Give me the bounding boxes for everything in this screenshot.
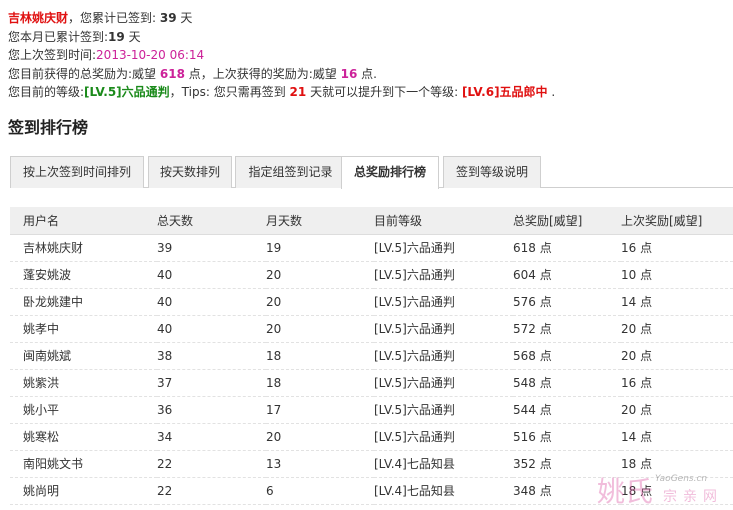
cell-total-days: 36 xyxy=(157,396,266,424)
username-link[interactable]: 吉林姚庆财 xyxy=(8,11,68,25)
cell-last-reward: 14 点 xyxy=(621,423,733,451)
header-username: 用户名 xyxy=(10,207,157,235)
cell-last-reward: 20 点 xyxy=(621,342,733,370)
cell-total-reward: 572 点 xyxy=(513,315,621,343)
cell-month-days: 20 xyxy=(266,315,374,343)
cell-total-reward: 516 点 xyxy=(513,423,621,451)
total-days: 39 xyxy=(159,11,177,25)
cell-username[interactable]: 吉林姚庆财 xyxy=(10,234,157,262)
cell-level: [LV.5]六品通判 xyxy=(374,369,513,397)
table-row: 姚小平 36 17 [LV.5]六品通判 544 点 20 点 xyxy=(10,396,733,424)
cell-month-days: 13 xyxy=(266,450,374,478)
cell-level: [LV.5]六品通判 xyxy=(374,288,513,316)
cell-username[interactable]: 姚尚明 xyxy=(10,477,157,505)
info-line-level: 您目前的等级:[LV.5]六品通判，Tips: 您只需再签到 21 天就可以提升… xyxy=(8,85,556,99)
cell-last-reward: 16 点 xyxy=(621,369,733,397)
cell-total-days: 40 xyxy=(157,315,266,343)
last-signin-time: 2013-10-20 06:14 xyxy=(96,48,205,62)
table-row: 蓬安姚波 40 20 [LV.5]六品通判 604 点 10 点 xyxy=(10,261,733,289)
info-line-reward: 您目前获得的总奖励为:威望 618 点，上次获得的奖励为:威望 16 点. xyxy=(8,66,377,81)
next-level: [LV.6]五品郎中 xyxy=(461,85,548,99)
cell-total-days: 38 xyxy=(157,342,266,370)
table-row: 姚寒松 34 20 [LV.5]六品通判 516 点 14 点 xyxy=(10,423,733,451)
last-reward: 16 xyxy=(340,66,358,81)
watermark-domain: YaoGens.cn xyxy=(655,474,708,484)
header-month-days: 月天数 xyxy=(266,207,374,235)
cell-last-reward: 14 点 xyxy=(621,288,733,316)
cell-username[interactable]: 姚紫洪 xyxy=(10,369,157,397)
tab-by-days[interactable]: 按天数排列 xyxy=(148,156,232,188)
cell-month-days: 17 xyxy=(266,396,374,424)
cell-level: [LV.5]六品通判 xyxy=(374,342,513,370)
section-title: 签到排行榜 xyxy=(8,118,89,137)
cell-total-days: 37 xyxy=(157,369,266,397)
table-row: 卧龙姚建中 40 20 [LV.5]六品通判 576 点 14 点 xyxy=(10,288,733,316)
cell-level: [LV.4]七品知县 xyxy=(374,477,513,505)
cell-total-days: 40 xyxy=(157,288,266,316)
tab-level-description[interactable]: 签到等级说明 xyxy=(443,156,541,188)
table-header-row: 用户名 总天数 月天数 目前等级 总奖励[威望] 上次奖励[威望] xyxy=(10,207,733,235)
cell-month-days: 20 xyxy=(266,261,374,289)
cell-total-reward: 604 点 xyxy=(513,261,621,289)
cell-username[interactable]: 姚寒松 xyxy=(10,423,157,451)
info-line-month: 您本月已累计签到:19 天 xyxy=(8,29,141,44)
cell-level: [LV.5]六品通判 xyxy=(374,396,513,424)
cell-month-days: 18 xyxy=(266,369,374,397)
info-line-last-time: 您上次签到时间:2013-10-20 06:14 xyxy=(8,48,205,62)
table-row: 姚紫洪 37 18 [LV.5]六品通判 548 点 16 点 xyxy=(10,369,733,397)
cell-last-reward: 20 点 xyxy=(621,396,733,424)
cell-total-reward: 544 点 xyxy=(513,396,621,424)
table-row: 吉林姚庆财 39 19 [LV.5]六品通判 618 点 16 点 xyxy=(10,234,733,262)
header-total-days: 总天数 xyxy=(157,207,266,235)
cell-total-days: 22 xyxy=(157,450,266,478)
ranking-tabs: 按上次签到时间排列 按天数排列 指定组签到记录 总奖励排行榜 签到等级说明 xyxy=(10,156,733,189)
cell-total-reward: 548 点 xyxy=(513,369,621,397)
days-needed: 21 xyxy=(289,85,307,99)
cell-month-days: 20 xyxy=(266,288,374,316)
cell-level: [LV.5]六品通判 xyxy=(374,261,513,289)
cell-username[interactable]: 姚小平 xyxy=(10,396,157,424)
cell-username[interactable]: 闽南姚斌 xyxy=(10,342,157,370)
cell-month-days: 19 xyxy=(266,234,374,262)
cell-total-days: 22 xyxy=(157,477,266,505)
cell-username[interactable]: 南阳姚文书 xyxy=(10,450,157,478)
current-level: [LV.5]六品通判 xyxy=(84,85,170,99)
tab-group-records[interactable]: 指定组签到记录 xyxy=(235,156,346,188)
cell-level: [LV.5]六品通判 xyxy=(374,315,513,343)
header-level: 目前等级 xyxy=(374,207,513,235)
cell-level: [LV.5]六品通判 xyxy=(374,423,513,451)
watermark-logo-text: 姚氏 xyxy=(597,475,654,508)
cell-level: [LV.4]七品知县 xyxy=(374,450,513,478)
cell-level: [LV.5]六品通判 xyxy=(374,234,513,262)
header-total-reward: 总奖励[威望] xyxy=(513,207,621,235)
cell-last-reward: 20 点 xyxy=(621,315,733,343)
cell-last-reward: 10 点 xyxy=(621,261,733,289)
cell-total-days: 34 xyxy=(157,423,266,451)
cell-total-days: 39 xyxy=(157,234,266,262)
table-row: 姚孝中 40 20 [LV.5]六品通判 572 点 20 点 xyxy=(10,315,733,343)
table-row: 闽南姚斌 38 18 [LV.5]六品通判 568 点 20 点 xyxy=(10,342,733,370)
cell-username[interactable]: 卧龙姚建中 xyxy=(10,288,157,316)
cell-username[interactable]: 蓬安姚波 xyxy=(10,261,157,289)
total-reward: 618 xyxy=(159,66,185,81)
watermark-subtitle: 宗亲网 xyxy=(663,489,723,505)
cell-last-reward: 16 点 xyxy=(621,234,733,262)
cell-month-days: 20 xyxy=(266,423,374,451)
info-line-total: 吉林姚庆财，您累计已签到: 39 天 xyxy=(8,11,193,25)
site-watermark: 姚氏 YaoGens.cn 宗亲网 xyxy=(597,470,727,508)
tab-by-last-signin[interactable]: 按上次签到时间排列 xyxy=(10,156,144,188)
cell-month-days: 18 xyxy=(266,342,374,370)
cell-total-reward: 568 点 xyxy=(513,342,621,370)
cell-month-days: 6 xyxy=(266,477,374,505)
cell-total-reward: 618 点 xyxy=(513,234,621,262)
month-days: 19 xyxy=(108,29,125,44)
signin-info: 吉林姚庆财，您累计已签到: 39 天 您本月已累计签到:19 天 您上次签到时间… xyxy=(8,9,555,102)
cell-username[interactable]: 姚孝中 xyxy=(10,315,157,343)
tab-total-reward-ranking[interactable]: 总奖励排行榜 xyxy=(341,156,439,189)
header-last-reward: 上次奖励[威望] xyxy=(621,207,733,235)
cell-total-days: 40 xyxy=(157,261,266,289)
cell-total-reward: 576 点 xyxy=(513,288,621,316)
ranking-table: 用户名 总天数 月天数 目前等级 总奖励[威望] 上次奖励[威望] 吉林姚庆财 … xyxy=(10,207,733,505)
